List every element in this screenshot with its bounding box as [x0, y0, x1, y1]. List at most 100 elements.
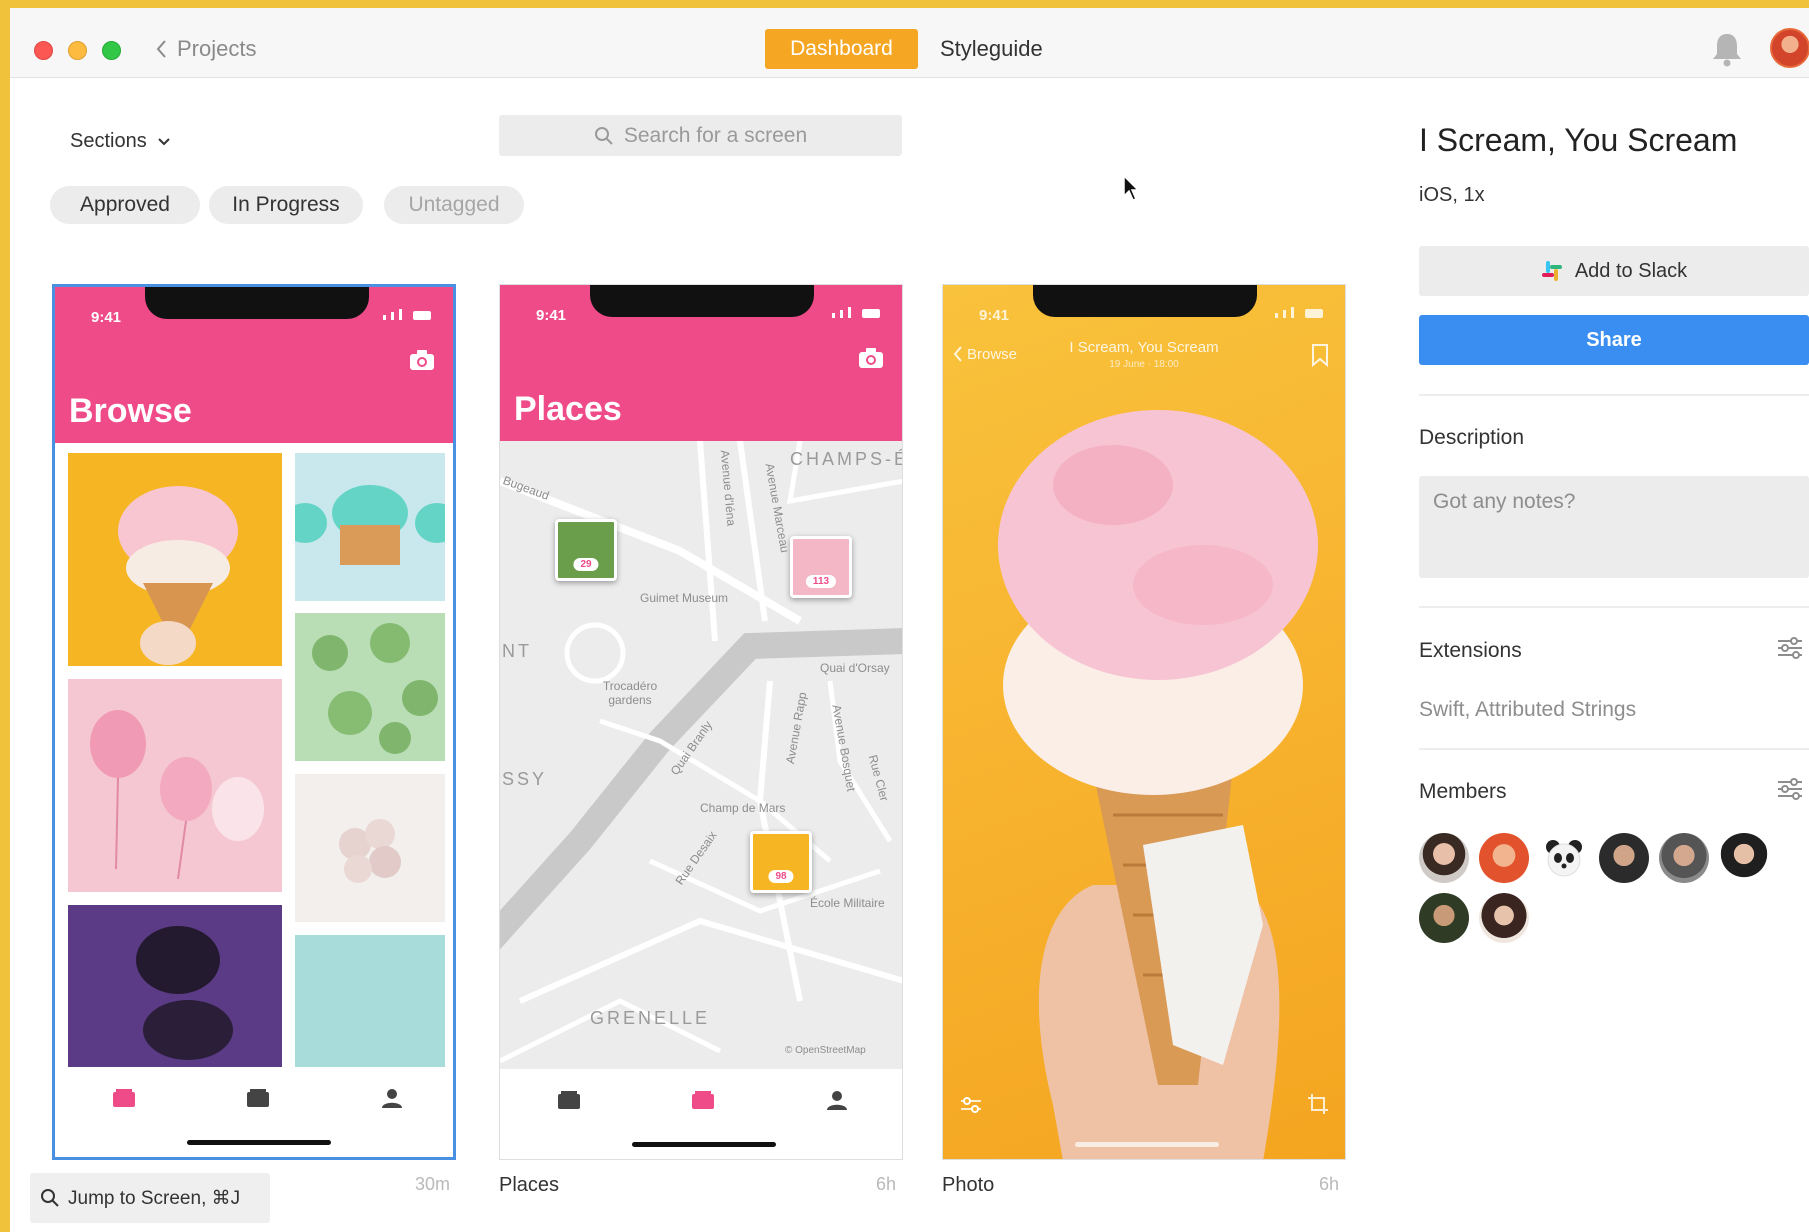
phone-tabbar — [500, 1069, 902, 1159]
browse-tab-icon — [558, 1091, 580, 1109]
add-to-slack-button[interactable]: Add to Slack — [1419, 246, 1809, 296]
titlebar: Projects Dashboard Styleguide — [10, 8, 1809, 78]
screen-card-places[interactable]: 9:41 Places CHAMPS- Guimet Museum Trocad… — [499, 284, 903, 1160]
bookmark-icon — [1312, 344, 1328, 367]
member-avatar[interactable] — [1479, 833, 1529, 883]
member-avatar[interactable] — [1479, 893, 1529, 943]
map-label: SSY — [502, 769, 548, 789]
map-attribution: © OpenStreetMap — [785, 1045, 866, 1056]
pin-count: 98 — [768, 870, 794, 883]
screen-title: Places — [514, 390, 622, 428]
map-label: CHAMPS-ÉLYSÉES — [790, 449, 902, 469]
sections-label: Sections — [70, 130, 147, 152]
member-avatar[interactable] — [1419, 893, 1469, 943]
minimize-window-button[interactable] — [68, 41, 87, 60]
extensions-heading: Extensions — [1419, 639, 1522, 662]
phone-header: 9:41 Places — [500, 285, 902, 441]
tab-styleguide[interactable]: Styleguide — [940, 29, 1043, 69]
notification-bell-icon[interactable] — [1709, 30, 1745, 68]
notes-textarea[interactable]: Got any notes? — [1419, 476, 1809, 578]
divider — [1419, 748, 1809, 750]
chevron-down-icon — [158, 137, 170, 145]
app-window: Projects Dashboard Styleguide Sections S… — [10, 8, 1809, 1232]
screen-card-photo[interactable]: 9:41 Browse I Scream, You Scream 19 June… — [942, 284, 1346, 1160]
search-placeholder: Search for a screen — [623, 123, 808, 147]
divider — [1419, 606, 1809, 608]
status-time: 9:41 — [91, 309, 122, 326]
phone-header: 9:41 Browse — [55, 287, 453, 443]
browse-tab-icon — [113, 1089, 135, 1107]
member-avatar[interactable] — [1659, 833, 1709, 883]
map-label: Quai d'Orsay — [820, 661, 890, 675]
zoom-window-button[interactable] — [102, 41, 121, 60]
map-view[interactable]: CHAMPS-ÉLYSÉES Guimet Museum Trocadéro g… — [500, 441, 902, 1071]
map-label: NT — [502, 641, 532, 661]
members-settings-icon[interactable] — [1776, 777, 1804, 801]
map-pin[interactable]: 113 — [790, 536, 852, 598]
member-avatar[interactable] — [1419, 833, 1469, 883]
home-indicator — [632, 1142, 776, 1147]
sections-dropdown[interactable]: Sections — [70, 130, 171, 153]
screen-caption: Places — [499, 1174, 560, 1196]
map-pin[interactable]: 98 — [750, 831, 812, 893]
eggplant-thumbnail — [68, 905, 282, 1068]
status-icons — [1275, 307, 1323, 318]
screen-title: Browse — [69, 392, 192, 430]
map-label: Trocadéro gardens — [602, 679, 658, 707]
filter-approved[interactable]: Approved — [50, 186, 200, 224]
status-time: 9:41 — [979, 307, 1010, 324]
close-window-button[interactable] — [34, 41, 53, 60]
map-label: Champ de Mars — [700, 801, 786, 815]
status-icons — [383, 309, 431, 320]
extensions-value: Swift, Attributed Strings — [1419, 698, 1637, 721]
places-tab-icon — [692, 1091, 714, 1109]
chevron-left-icon — [156, 40, 166, 58]
jump-to-screen-label: Jump to Screen, ⌘J — [68, 1187, 241, 1209]
screen-caption: Photo — [942, 1174, 995, 1196]
member-avatar-panda[interactable] — [1539, 833, 1589, 883]
status-time: 9:41 — [536, 307, 567, 324]
member-avatar[interactable] — [1719, 833, 1769, 883]
description-heading: Description — [1419, 426, 1525, 449]
screen-card-browse[interactable]: 9:41 Browse — [52, 284, 456, 1160]
slack-button-label: Add to Slack — [1574, 259, 1688, 282]
back-label: Projects — [177, 36, 257, 61]
water-thumbnail — [295, 935, 445, 1068]
balloons-thumbnail — [68, 679, 282, 892]
places-tab-icon — [247, 1089, 269, 1107]
ice-cream-photo: 9:41 Browse I Scream, You Scream 19 June… — [943, 285, 1345, 1159]
notes-placeholder: Got any notes? — [1433, 490, 1576, 513]
status-icons — [832, 307, 880, 318]
ice-cream-thumbnail — [68, 453, 282, 666]
profile-tab-icon — [827, 1091, 847, 1110]
user-avatar[interactable] — [1770, 28, 1809, 68]
cotton-thumbnail — [295, 774, 445, 922]
phone-notch — [590, 285, 814, 317]
platform-label: iOS, 1x — [1419, 184, 1485, 206]
broccoli-thumbnail — [295, 613, 445, 761]
member-avatar[interactable] — [1599, 833, 1649, 883]
divider — [1419, 394, 1809, 396]
map-pin[interactable]: 29 — [555, 519, 617, 581]
jump-to-screen-button[interactable]: Jump to Screen, ⌘J — [30, 1173, 270, 1223]
camera-icon — [859, 348, 883, 368]
screen-search-input[interactable]: Search for a screen — [499, 115, 902, 156]
search-icon — [594, 126, 613, 145]
tab-dashboard[interactable]: Dashboard — [765, 29, 918, 69]
filter-untagged[interactable]: Untagged — [384, 186, 524, 224]
share-button[interactable]: Share — [1419, 315, 1809, 365]
home-indicator — [1075, 1142, 1219, 1147]
map-label: École Militaire — [810, 896, 885, 910]
back-to-projects-link[interactable]: Projects — [155, 34, 256, 64]
pin-count: 29 — [573, 558, 599, 571]
extensions-settings-icon[interactable] — [1776, 636, 1804, 660]
phone-tabbar — [55, 1067, 453, 1157]
filter-in-progress[interactable]: In Progress — [209, 186, 363, 224]
crop-icon — [1308, 1094, 1328, 1114]
project-title: I Scream, You Scream — [1419, 122, 1738, 158]
members-heading: Members — [1419, 780, 1507, 803]
mouse-cursor-icon — [1123, 174, 1140, 201]
photo-nav-subtitle: 19 June · 18:00 — [1109, 359, 1179, 370]
phone-notch — [145, 287, 369, 319]
screen-age: 6h — [1319, 1174, 1340, 1194]
